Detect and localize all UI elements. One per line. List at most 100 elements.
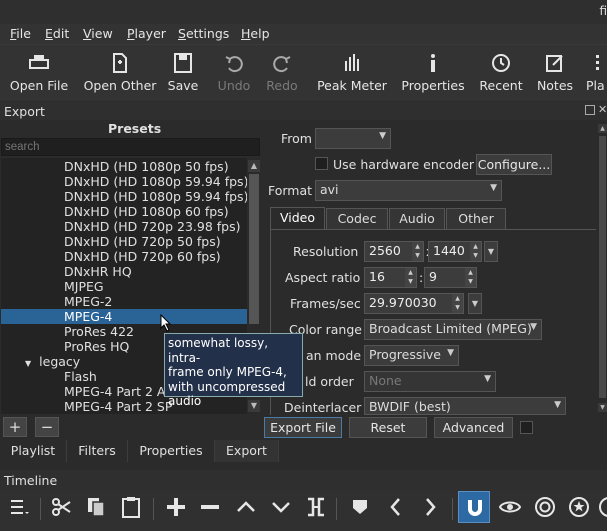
format-combo[interactable]: avi ▼: [315, 180, 502, 201]
aspect-height-spinbox[interactable]: 9 ▲ ▼: [424, 267, 477, 288]
spin-arrows-icon[interactable]: ▲ ▼: [405, 268, 416, 287]
deinterlacer-combo[interactable]: BWDIF (best) ▼: [364, 397, 566, 415]
toolbar-separator: [452, 498, 453, 520]
resolution-preset-dropdown[interactable]: ▼: [484, 241, 498, 262]
cut-button[interactable]: [50, 495, 74, 519]
advanced-button[interactable]: Advanced: [434, 417, 513, 438]
list-item[interactable]: DNxHD (HD 1080p 50 fps): [1, 159, 247, 174]
previous-marker-button[interactable]: [384, 495, 408, 519]
minus-icon: [201, 505, 219, 509]
undo-icon: [225, 56, 243, 73]
append-button[interactable]: [164, 495, 188, 519]
properties-button[interactable]: Properties: [400, 45, 466, 101]
scrub-while-dragging-button[interactable]: [498, 495, 522, 519]
split-icon: [308, 497, 324, 517]
close-dock-icon[interactable]: ✕: [598, 103, 607, 116]
chevron-down-icon: [272, 502, 290, 513]
tab-export[interactable]: Export: [215, 440, 279, 462]
clipboard-icon: [122, 497, 140, 518]
eye-icon: [498, 501, 522, 513]
copy-button[interactable]: [84, 495, 108, 519]
spin-arrows-icon[interactable]: ▲ ▼: [465, 268, 476, 287]
aspect-width-spinbox[interactable]: 16 ▲ ▼: [364, 267, 417, 288]
color-range-combo[interactable]: Broadcast Limited (MPEG) ▼: [364, 319, 542, 340]
recent-button[interactable]: Recent: [478, 45, 524, 101]
scroll-thumb[interactable]: [599, 136, 606, 398]
ripple-all-tracks-button[interactable]: [567, 495, 591, 519]
menu-edit[interactable]: Edit: [45, 26, 69, 41]
redo-button[interactable]: Redo: [262, 45, 302, 101]
list-item[interactable]: DNxHD (HD 1080p 59.94 fps): [1, 189, 247, 204]
export-file-button[interactable]: Export File: [264, 417, 342, 438]
fps-spinbox[interactable]: 29.970030 ▲ ▼: [364, 293, 464, 314]
paste-button[interactable]: [119, 495, 143, 519]
lift-button[interactable]: [234, 495, 258, 519]
ripple-markers-button[interactable]: [597, 495, 607, 519]
list-item[interactable]: DNxHD (HD 1080p 59.94 fps): [1, 174, 247, 189]
chevron-down-icon: ▼: [554, 400, 561, 410]
scroll-thumb[interactable]: [249, 174, 259, 324]
tab-video[interactable]: Video: [270, 207, 325, 229]
field-order-combo[interactable]: None ▼: [364, 371, 496, 392]
list-item-selected[interactable]: MPEG-4: [1, 309, 247, 324]
remove-button[interactable]: [198, 495, 222, 519]
timeline-menu-button[interactable]: [8, 495, 32, 519]
advanced-checkbox[interactable]: [520, 421, 533, 434]
add-marker-button[interactable]: [348, 495, 372, 519]
expand-arrow-icon[interactable]: ▼: [25, 359, 31, 368]
redo-icon: [273, 56, 291, 73]
from-combo[interactable]: ▼: [315, 128, 391, 149]
menu-file[interactable]: File: [10, 26, 31, 41]
peak-meter-button[interactable]: Peak Meter: [316, 45, 388, 101]
open-other-button[interactable]: Open Other: [80, 45, 160, 101]
list-item[interactable]: DNxHR HQ: [1, 264, 247, 279]
menu-settings[interactable]: Settings: [178, 26, 229, 41]
split-button[interactable]: [304, 495, 328, 519]
configure-button[interactable]: Configure...: [476, 154, 552, 175]
resolution-width-spinbox[interactable]: 2560 ▲ ▼: [364, 241, 424, 262]
float-dock-icon[interactable]: [585, 105, 595, 115]
undo-button[interactable]: Undo: [214, 45, 254, 101]
spin-arrows-icon[interactable]: ▲ ▼: [470, 242, 481, 261]
menu-help[interactable]: Help: [241, 26, 270, 41]
reset-button[interactable]: Reset: [349, 417, 427, 438]
menu-player[interactable]: Player: [127, 26, 166, 41]
list-item[interactable]: MPEG-2: [1, 294, 247, 309]
ripple-button[interactable]: [533, 495, 557, 519]
tab-playlist[interactable]: Playlist: [0, 440, 67, 462]
overwrite-button[interactable]: [269, 495, 293, 519]
list-item[interactable]: DNxHD (HD 720p 60 fps): [1, 249, 247, 264]
scan-mode-combo[interactable]: Progressive ▼: [364, 345, 459, 366]
form-scrollbar[interactable]: ▲ ▼: [598, 122, 607, 415]
scroll-up-icon[interactable]: ▲: [248, 160, 260, 172]
tab-codec[interactable]: Codec: [326, 208, 388, 230]
fps-preset-dropdown[interactable]: ▼: [468, 293, 482, 314]
scroll-down-icon[interactable]: ▼: [598, 403, 607, 412]
remove-preset-button[interactable]: −: [35, 417, 59, 437]
aspect-ratio-label: Aspect ratio: [285, 270, 361, 285]
spin-arrows-icon[interactable]: ▲ ▼: [412, 242, 423, 261]
notes-button[interactable]: Notes: [534, 45, 576, 101]
tab-filters[interactable]: Filters: [67, 440, 128, 462]
list-item[interactable]: DNxHD (HD 720p 23.98 fps): [1, 219, 247, 234]
chevron-down-icon: ▼: [490, 183, 497, 193]
chevron-down-icon: ▼: [484, 374, 491, 384]
next-marker-button[interactable]: [418, 495, 442, 519]
scroll-up-icon[interactable]: ▲: [598, 124, 607, 133]
menu-view[interactable]: View: [83, 26, 113, 41]
tab-other[interactable]: Other: [446, 208, 506, 230]
open-file-button[interactable]: Open File: [4, 45, 74, 101]
save-button[interactable]: Save: [165, 45, 201, 101]
list-item[interactable]: MJPEG: [1, 279, 247, 294]
hw-encoder-checkbox[interactable]: [315, 157, 328, 170]
preset-search-input[interactable]: [1, 138, 260, 156]
spin-arrows-icon[interactable]: ▲ ▼: [452, 294, 463, 313]
list-item[interactable]: DNxHD (HD 720p 50 fps): [1, 234, 247, 249]
tab-properties[interactable]: Properties: [128, 440, 215, 462]
tab-audio[interactable]: Audio: [389, 208, 445, 230]
snap-toggle-button[interactable]: [458, 491, 490, 523]
add-preset-button[interactable]: +: [3, 417, 27, 437]
list-item[interactable]: DNxHD (HD 1080p 60 fps): [1, 204, 247, 219]
playlist-toolbar-button[interactable]: Pla: [586, 45, 607, 101]
resolution-height-spinbox[interactable]: 1440 ▲ ▼: [428, 241, 482, 262]
